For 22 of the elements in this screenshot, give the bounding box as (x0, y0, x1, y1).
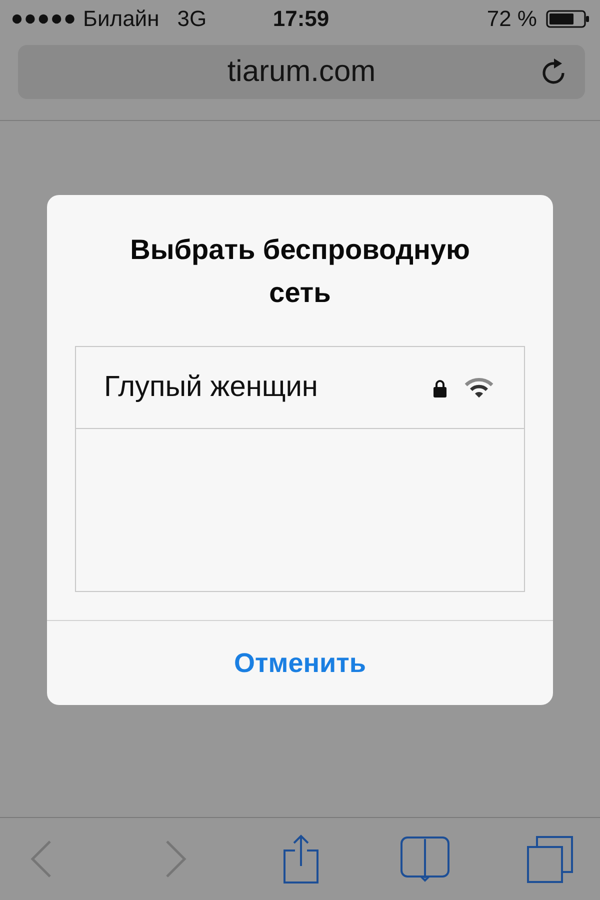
clock-time: 17:59 (272, 6, 330, 32)
chevron-left-icon (30, 840, 52, 878)
bookmarks-button[interactable] (400, 836, 450, 882)
battery-percentage: 72 % (486, 6, 537, 32)
address-bar[interactable]: tiarum.com (18, 45, 585, 99)
url-text: tiarum.com (227, 55, 376, 89)
wifi-icon (464, 377, 494, 398)
chevron-right-icon (165, 840, 187, 878)
tabs-button[interactable] (527, 836, 573, 882)
battery-icon (546, 10, 590, 28)
dialog-title: Выбрать беспроводную сеть (129, 233, 471, 310)
signal-strength-icon (12, 14, 75, 24)
open-book-icon (400, 836, 450, 882)
carrier-name: Билайн (83, 6, 160, 32)
network-row[interactable]: Глупый женщин (76, 347, 524, 429)
share-button[interactable] (283, 834, 319, 884)
network-type: 3G (177, 6, 207, 32)
overlapping-squares-icon (527, 836, 573, 882)
cancel-button[interactable]: Отменить (226, 644, 374, 682)
share-icon (283, 834, 319, 884)
network-name: Глупый женщин (104, 371, 319, 404)
reload-icon[interactable] (541, 58, 567, 86)
